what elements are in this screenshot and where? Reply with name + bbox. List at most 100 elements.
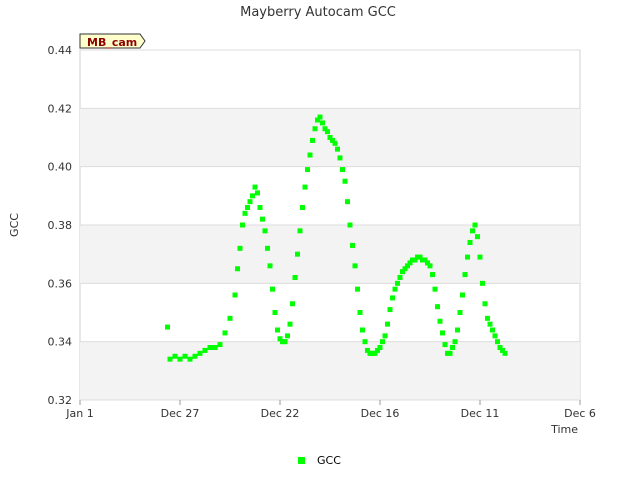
site-tag-label: MB_cam bbox=[87, 36, 137, 49]
data-point bbox=[310, 137, 315, 143]
data-point bbox=[455, 327, 460, 333]
data-point bbox=[317, 114, 323, 120]
data-point bbox=[300, 205, 305, 210]
data-point bbox=[245, 205, 250, 210]
data-point bbox=[197, 350, 203, 356]
data-point bbox=[320, 120, 325, 126]
data-point bbox=[437, 318, 443, 324]
data-point bbox=[247, 199, 253, 205]
data-point bbox=[207, 345, 213, 350]
data-point bbox=[302, 184, 308, 190]
data-point bbox=[212, 345, 218, 350]
data-point bbox=[432, 286, 438, 292]
data-point bbox=[187, 356, 193, 362]
data-point bbox=[275, 327, 280, 333]
data-point bbox=[442, 342, 448, 348]
data-point bbox=[392, 286, 398, 292]
data-point bbox=[452, 339, 458, 345]
data-point bbox=[395, 280, 400, 286]
data-point bbox=[167, 356, 173, 362]
x-axis-ticks: Jan 1 Dec 27 Dec 22 Dec 16 Dec 11 Dec 6 bbox=[65, 400, 596, 420]
data-point bbox=[430, 272, 435, 278]
data-point bbox=[165, 324, 170, 330]
data-point bbox=[502, 350, 508, 356]
data-point bbox=[182, 353, 188, 359]
data-point bbox=[467, 240, 473, 245]
y-tick-label: 0.42 bbox=[48, 102, 73, 115]
legend-swatch-gcc bbox=[298, 457, 305, 464]
data-point bbox=[457, 310, 463, 315]
data-point bbox=[360, 327, 365, 333]
x-tick-label: Dec 16 bbox=[361, 407, 400, 420]
data-point bbox=[222, 330, 228, 336]
data-point bbox=[297, 228, 303, 234]
data-point bbox=[335, 146, 340, 152]
data-point bbox=[242, 210, 248, 216]
data-point bbox=[390, 295, 395, 301]
data-point bbox=[447, 350, 453, 356]
data-point bbox=[352, 263, 358, 269]
data-point bbox=[282, 339, 288, 345]
data-point bbox=[462, 272, 468, 278]
data-point bbox=[475, 234, 480, 240]
x-tick-label: Dec 11 bbox=[461, 407, 500, 420]
data-point bbox=[227, 315, 233, 321]
data-point bbox=[342, 178, 348, 184]
data-point bbox=[325, 129, 330, 135]
data-point bbox=[250, 193, 255, 199]
y-axis-ticks: 0.32 0.34 0.36 0.38 0.40 0.42 0.44 bbox=[48, 44, 73, 407]
data-point bbox=[487, 321, 493, 327]
x-tick-label: Dec 22 bbox=[261, 407, 300, 420]
x-axis-label: Time bbox=[550, 423, 578, 436]
data-point bbox=[357, 310, 363, 315]
x-tick-label: Dec 27 bbox=[161, 407, 200, 420]
data-point bbox=[295, 251, 300, 257]
data-point bbox=[177, 356, 183, 362]
data-point bbox=[307, 152, 313, 158]
data-point bbox=[232, 292, 238, 298]
data-point bbox=[262, 228, 268, 234]
data-point bbox=[345, 199, 350, 205]
data-point bbox=[257, 205, 263, 210]
y-axis-label: GCC bbox=[8, 213, 21, 237]
x-tick-label: Dec 6 bbox=[564, 407, 596, 420]
data-point bbox=[240, 222, 245, 228]
data-point bbox=[387, 307, 393, 313]
data-point bbox=[312, 126, 318, 132]
data-point bbox=[287, 321, 293, 327]
data-point bbox=[285, 333, 290, 339]
grid-band bbox=[80, 225, 580, 284]
plot-area bbox=[79, 49, 581, 401]
data-point bbox=[485, 315, 490, 321]
gcc-chart: Mayberry Autocam GCC 0.32 0.34 0.36 0.38 0.4… bbox=[8, 5, 596, 467]
data-point bbox=[397, 275, 403, 280]
y-tick-label: 0.34 bbox=[48, 336, 73, 349]
data-point bbox=[350, 242, 355, 248]
data-point bbox=[435, 304, 440, 310]
data-point bbox=[382, 333, 388, 339]
data-point bbox=[172, 353, 178, 359]
data-point bbox=[490, 327, 495, 333]
data-point bbox=[377, 345, 383, 350]
data-point bbox=[270, 286, 275, 292]
data-point bbox=[292, 275, 298, 280]
y-tick-label: 0.40 bbox=[48, 161, 73, 174]
y-tick-label: 0.32 bbox=[48, 394, 73, 407]
data-point bbox=[385, 321, 390, 327]
data-point bbox=[290, 301, 295, 307]
data-point bbox=[267, 263, 273, 269]
data-point bbox=[272, 310, 278, 315]
data-point bbox=[337, 155, 343, 161]
data-point bbox=[480, 280, 485, 286]
data-point bbox=[265, 245, 270, 251]
data-point bbox=[380, 339, 385, 345]
data-point bbox=[332, 140, 338, 146]
data-point bbox=[472, 222, 478, 228]
data-point bbox=[477, 254, 483, 260]
data-point bbox=[202, 347, 208, 353]
data-point bbox=[482, 301, 488, 307]
data-point bbox=[492, 333, 498, 339]
data-point bbox=[235, 266, 240, 272]
data-point bbox=[305, 167, 310, 173]
legend-label-gcc: GCC bbox=[317, 454, 341, 467]
